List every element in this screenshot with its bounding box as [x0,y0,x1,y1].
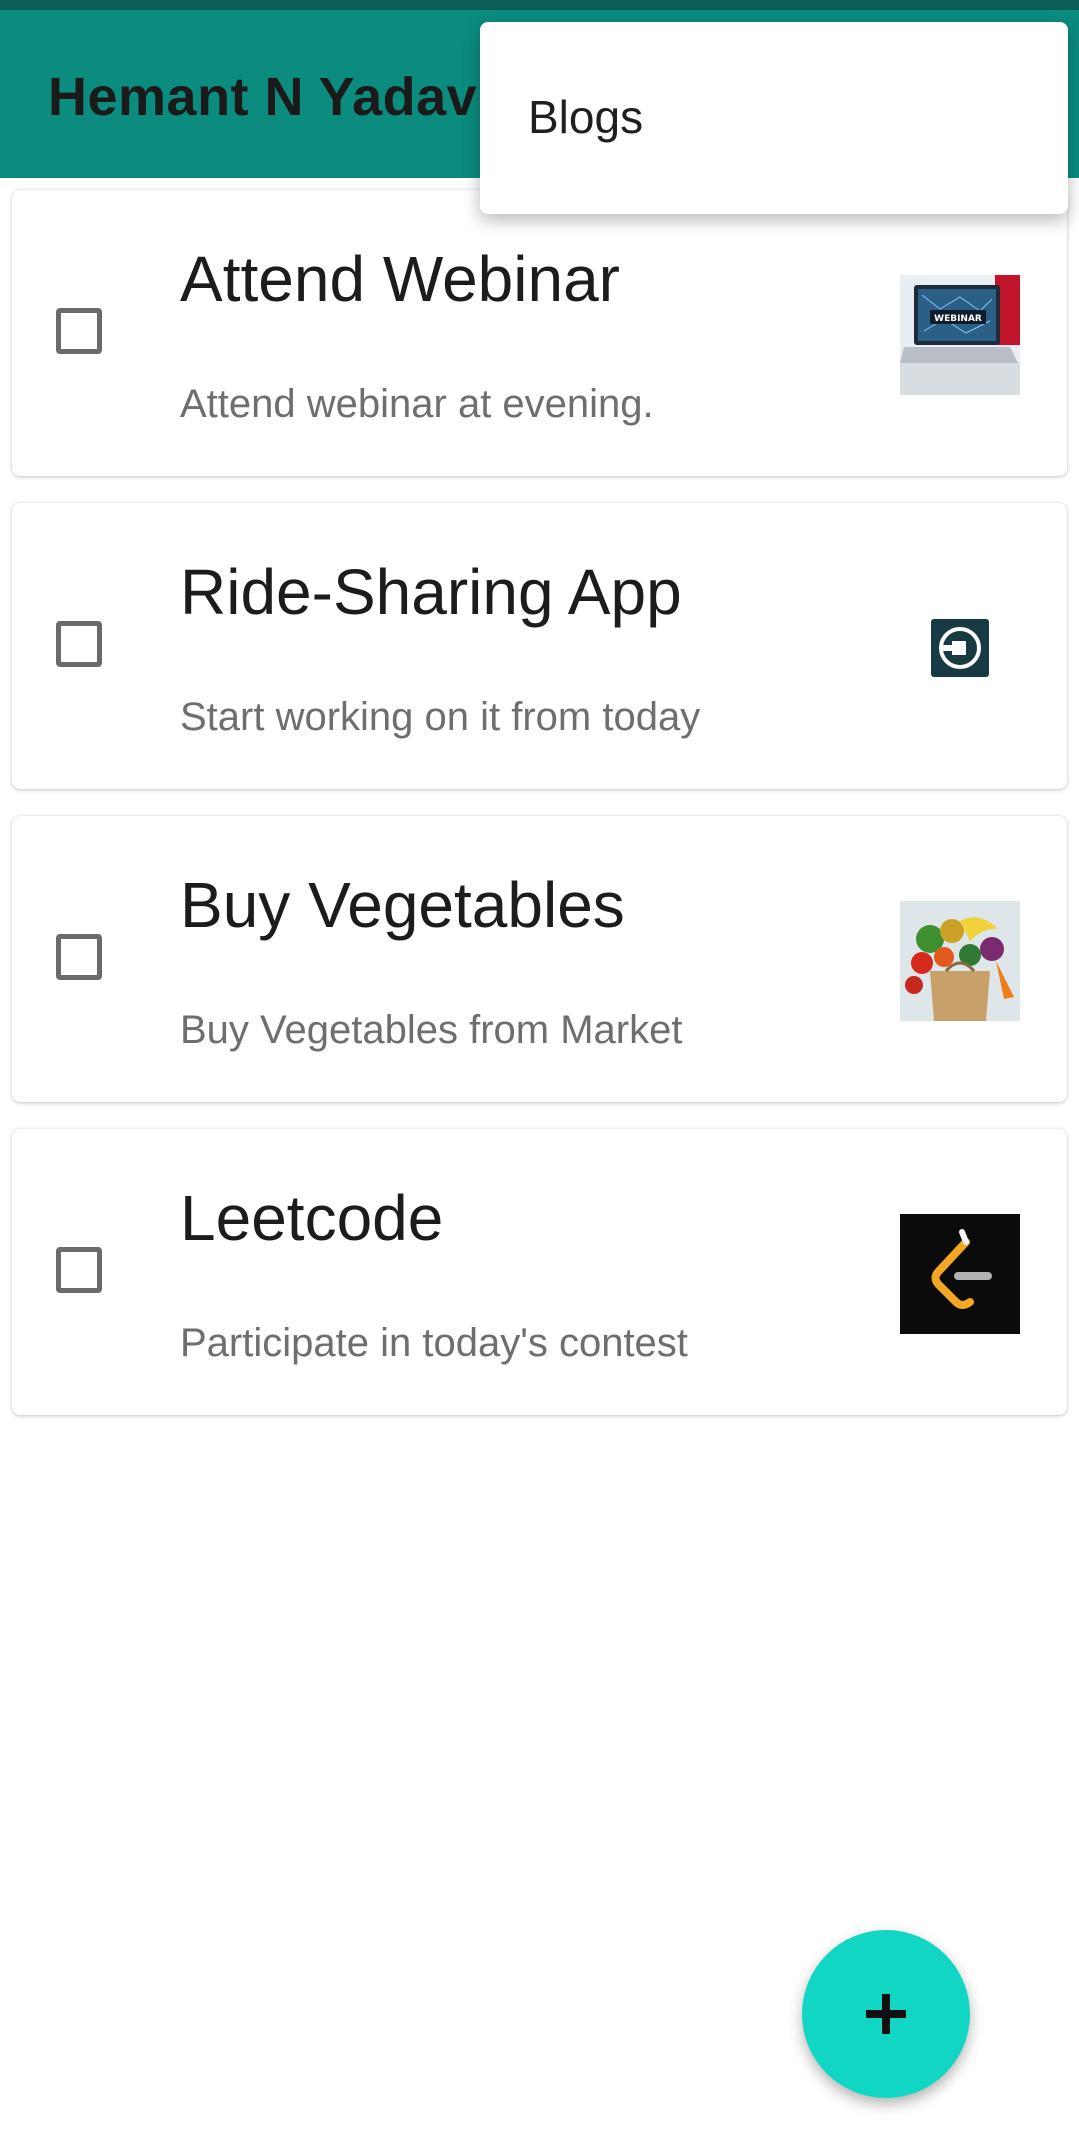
task-checkbox[interactable] [56,308,102,354]
task-title: Leetcode [180,1182,444,1254]
task-title: Ride-Sharing App [180,556,682,628]
vegetables-bag-image [900,901,1020,1021]
leetcode-logo [900,1214,1020,1334]
task-description: Start working on it from today [180,695,701,739]
app-title: Hemant N Yadav [48,67,478,127]
task-card[interactable]: Attend Webinar Attend webinar at evening… [12,190,1067,476]
task-description: Participate in today's contest [180,1321,688,1365]
task-description: Buy Vegetables from Market [180,1008,683,1052]
task-checkbox[interactable] [56,934,102,980]
task-description: Attend webinar at evening. [180,382,654,426]
task-card[interactable]: Buy Vegetables Buy Vegetables from Marke… [12,816,1067,1102]
uber-logo [900,588,1020,708]
menu-item-blogs[interactable]: Blogs [528,90,643,144]
overflow-menu: Blogs [480,22,1068,214]
task-card[interactable]: Leetcode Participate in today's contest [12,1129,1067,1415]
plus-icon [866,1994,906,2034]
task-checkbox[interactable] [56,621,102,667]
task-title: Buy Vegetables [180,869,625,941]
status-bar-strip [0,0,1079,10]
task-title: Attend Webinar [180,243,620,315]
task-checkbox[interactable] [56,1247,102,1293]
svg-text:WEBINAR: WEBINAR [934,314,982,324]
webinar-laptop-image: WEBINAR [900,275,1020,395]
add-task-button[interactable] [802,1930,970,2098]
task-card[interactable]: Ride-Sharing App Start working on it fro… [12,503,1067,789]
